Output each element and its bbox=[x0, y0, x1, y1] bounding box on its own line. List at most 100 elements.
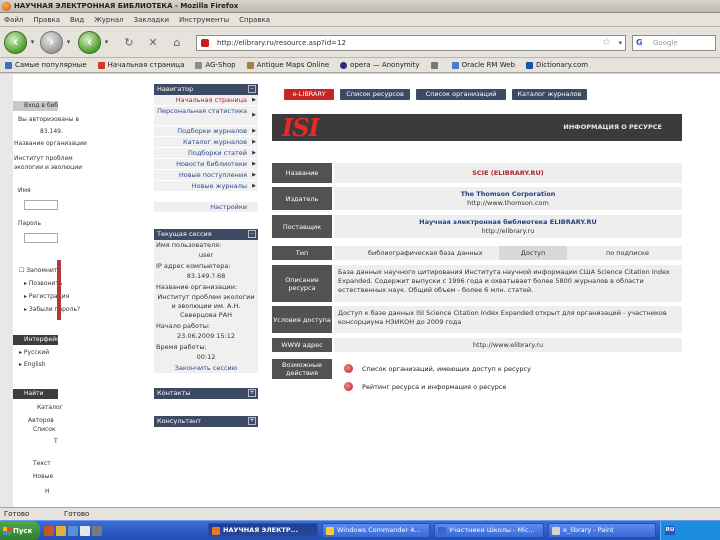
reload-icon[interactable]: ↻ bbox=[122, 36, 136, 50]
stop-icon[interactable]: ✕ bbox=[146, 36, 160, 50]
collapse-icon[interactable]: – bbox=[248, 230, 256, 238]
bookmark-item[interactable]: Antique Maps Online bbox=[246, 61, 329, 69]
menu-view[interactable]: Вид bbox=[70, 16, 84, 24]
quicklaunch-icon[interactable] bbox=[80, 526, 90, 536]
nav-item-personal-stats[interactable]: Персональная статистика ▶ bbox=[154, 106, 258, 126]
lang-option-ru[interactable]: ▸ Русский bbox=[19, 349, 49, 356]
bookmark-item[interactable]: AG-Shop bbox=[195, 61, 236, 69]
bookmark-item[interactable]: opera — Anonymity bbox=[340, 61, 420, 69]
session-start-value: 23.06.2009 15:12 bbox=[176, 332, 235, 340]
menu-edit[interactable]: Правка bbox=[33, 16, 60, 24]
remember-checkbox[interactable]: ☐ Запомнить bbox=[19, 267, 61, 274]
bookmark-item[interactable]: Начальная страница bbox=[97, 61, 184, 69]
navigator-column: Навигатор – Начальная страница ▶ Персонал… bbox=[152, 74, 260, 521]
expand-icon[interactable]: + bbox=[248, 417, 256, 425]
quicklaunch-icon[interactable] bbox=[44, 526, 54, 536]
menu-history[interactable]: Журнал bbox=[94, 16, 123, 24]
collapse-icon[interactable]: – bbox=[248, 85, 256, 93]
action-icon bbox=[344, 382, 353, 391]
nav-item-library-news[interactable]: Новости библиотеки ▶ bbox=[154, 159, 258, 170]
publisher-url[interactable]: http://www.thomson.com bbox=[334, 199, 682, 208]
bookmark-icon bbox=[195, 61, 203, 69]
taskbar-button-word[interactable]: Участники Школы - Mic... bbox=[434, 523, 544, 538]
contacts-header[interactable]: Контакты + bbox=[154, 388, 258, 399]
window-titlebar: НАУЧНАЯ ЭЛЕКТРОННАЯ БИБЛИОТЕКА - Mozilla… bbox=[0, 0, 720, 13]
bookmarks-bar: Самые популярные Начальная страница AG-S… bbox=[0, 58, 720, 73]
session-duration-label: Время работы: bbox=[156, 343, 207, 351]
nav-item-settings[interactable]: Настройки bbox=[154, 202, 258, 213]
taskbar-button-firefox[interactable]: НАУЧНАЯ ЭЛЕКТР... bbox=[208, 523, 318, 538]
session-start-label: Начало работы: bbox=[156, 322, 211, 330]
search-line: Новые bbox=[33, 473, 54, 480]
page-content: Вход в библиотеку Вы авторизованы в 83.1… bbox=[0, 74, 720, 521]
nav-item-article-collections[interactable]: Подборки статей ▶ bbox=[154, 148, 258, 159]
bookmark-item[interactable]: Самые популярные bbox=[5, 61, 87, 69]
expand-icon[interactable]: + bbox=[248, 389, 256, 397]
forward-history-dropdown[interactable]: ▾ bbox=[64, 38, 73, 47]
forward-button[interactable]: › bbox=[40, 31, 63, 54]
address-dropdown-icon[interactable]: ▾ bbox=[618, 36, 622, 50]
session-header-label: Текущая сессия bbox=[157, 230, 212, 238]
tab-organization-list[interactable]: Список организаций bbox=[416, 89, 506, 100]
left-link[interactable]: ▸ Регистрация bbox=[24, 293, 69, 300]
address-bar[interactable]: http://elibrary.ru/resource.asp?id=12 ☆ … bbox=[196, 35, 626, 51]
provider-name[interactable]: Научная электронная библиотека ELIBRARY.… bbox=[334, 218, 682, 227]
start-button[interactable]: Пуск bbox=[0, 521, 40, 540]
tab-journal-catalog[interactable]: Каталог журналов bbox=[512, 89, 587, 100]
login-input[interactable] bbox=[24, 200, 58, 210]
label-description: Описание ресурса bbox=[272, 265, 332, 302]
auth-ip: 83.149. bbox=[40, 128, 63, 135]
bookmark-item[interactable]: Dictionary.com bbox=[525, 61, 588, 69]
taskbar-button-paint[interactable]: e_library - Paint bbox=[548, 523, 656, 538]
session-org-line: Институт проблем экологии bbox=[157, 293, 255, 301]
action-org-list[interactable]: Список организаций, имеющих доступ к рес… bbox=[344, 364, 531, 373]
consultant-header[interactable]: Консультант + bbox=[154, 416, 258, 427]
commander-icon bbox=[326, 527, 334, 535]
back-button[interactable]: ‹ bbox=[4, 31, 27, 54]
status-text-left: Готово bbox=[4, 510, 30, 518]
end-session-link[interactable]: Закончить сессию bbox=[154, 364, 258, 372]
search-input[interactable]: G Google bbox=[632, 35, 716, 51]
password-input[interactable] bbox=[24, 233, 58, 243]
nav-item-journal-catalog[interactable]: Каталог журналов ▶ bbox=[154, 137, 258, 148]
home-icon[interactable]: ⌂ bbox=[170, 36, 184, 50]
back-secondary-dropdown[interactable]: ▾ bbox=[102, 38, 111, 47]
menu-help[interactable]: Справка bbox=[239, 16, 270, 24]
bookmark-item[interactable]: Oracle RM Web bbox=[451, 61, 515, 69]
tab-resource-list[interactable]: Список ресурсов bbox=[340, 89, 410, 100]
nav-item-journal-collections[interactable]: Подборки журналов ▶ bbox=[154, 126, 258, 137]
back-history-dropdown[interactable]: ▾ bbox=[28, 38, 37, 47]
language-indicator[interactable]: RU bbox=[665, 526, 675, 535]
value-name: SCIE (ELIBRARY.RU) bbox=[334, 163, 682, 183]
menu-bookmarks[interactable]: Закладки bbox=[134, 16, 169, 24]
firefox-icon bbox=[212, 527, 220, 535]
bookmark-icon bbox=[430, 61, 438, 69]
menu-file[interactable]: Файл bbox=[4, 16, 23, 24]
arrow-right-icon: ▶ bbox=[252, 139, 256, 145]
session-ip-value: 83.149.?.68 bbox=[186, 272, 226, 280]
session-org-line: Северцова РАН bbox=[179, 311, 233, 319]
quicklaunch-icon[interactable] bbox=[68, 526, 78, 536]
nav-item-new-arrivals[interactable]: Новые поступления ▶ bbox=[154, 170, 258, 181]
quicklaunch-icon[interactable] bbox=[56, 526, 66, 536]
action-rating[interactable]: Рейтинг ресурса и информация о ресурсе bbox=[344, 382, 506, 391]
back-button-secondary[interactable]: ‹ bbox=[78, 31, 101, 54]
provider-url[interactable]: http://elibrary.ru bbox=[334, 227, 682, 236]
lang-option-en[interactable]: ▸ English bbox=[19, 361, 46, 368]
row-www: WWW адрес http://www.elibrary.ru bbox=[272, 338, 682, 352]
taskbar-button-commander[interactable]: Windows Commander 4... bbox=[322, 523, 430, 538]
www-link[interactable]: http://www.elibrary.ru bbox=[473, 341, 543, 349]
publisher-name[interactable]: The Thomson Corporation bbox=[334, 190, 682, 199]
left-link[interactable]: ▸ Забыли пароль? bbox=[24, 306, 80, 313]
tab-elibrary[interactable]: e-LIBRARY bbox=[284, 89, 334, 100]
resource-name: SCIE (ELIBRARY.RU) bbox=[472, 169, 544, 177]
quicklaunch-icon[interactable] bbox=[92, 526, 102, 536]
nav-item-new-journals[interactable]: Новые журналы ▶ bbox=[154, 181, 258, 192]
row-actions: Возможные действия Список организаций, и… bbox=[272, 359, 682, 415]
contacts-header-label: Контакты bbox=[157, 389, 191, 397]
menu-tools[interactable]: Инструменты bbox=[179, 16, 229, 24]
nav-item-home[interactable]: Начальная страница ▶ bbox=[154, 95, 258, 106]
bookmark-item[interactable] bbox=[430, 61, 441, 69]
bookmark-star-icon[interactable]: ☆ bbox=[602, 36, 611, 50]
type-value: библиографическая база данных bbox=[368, 249, 483, 257]
